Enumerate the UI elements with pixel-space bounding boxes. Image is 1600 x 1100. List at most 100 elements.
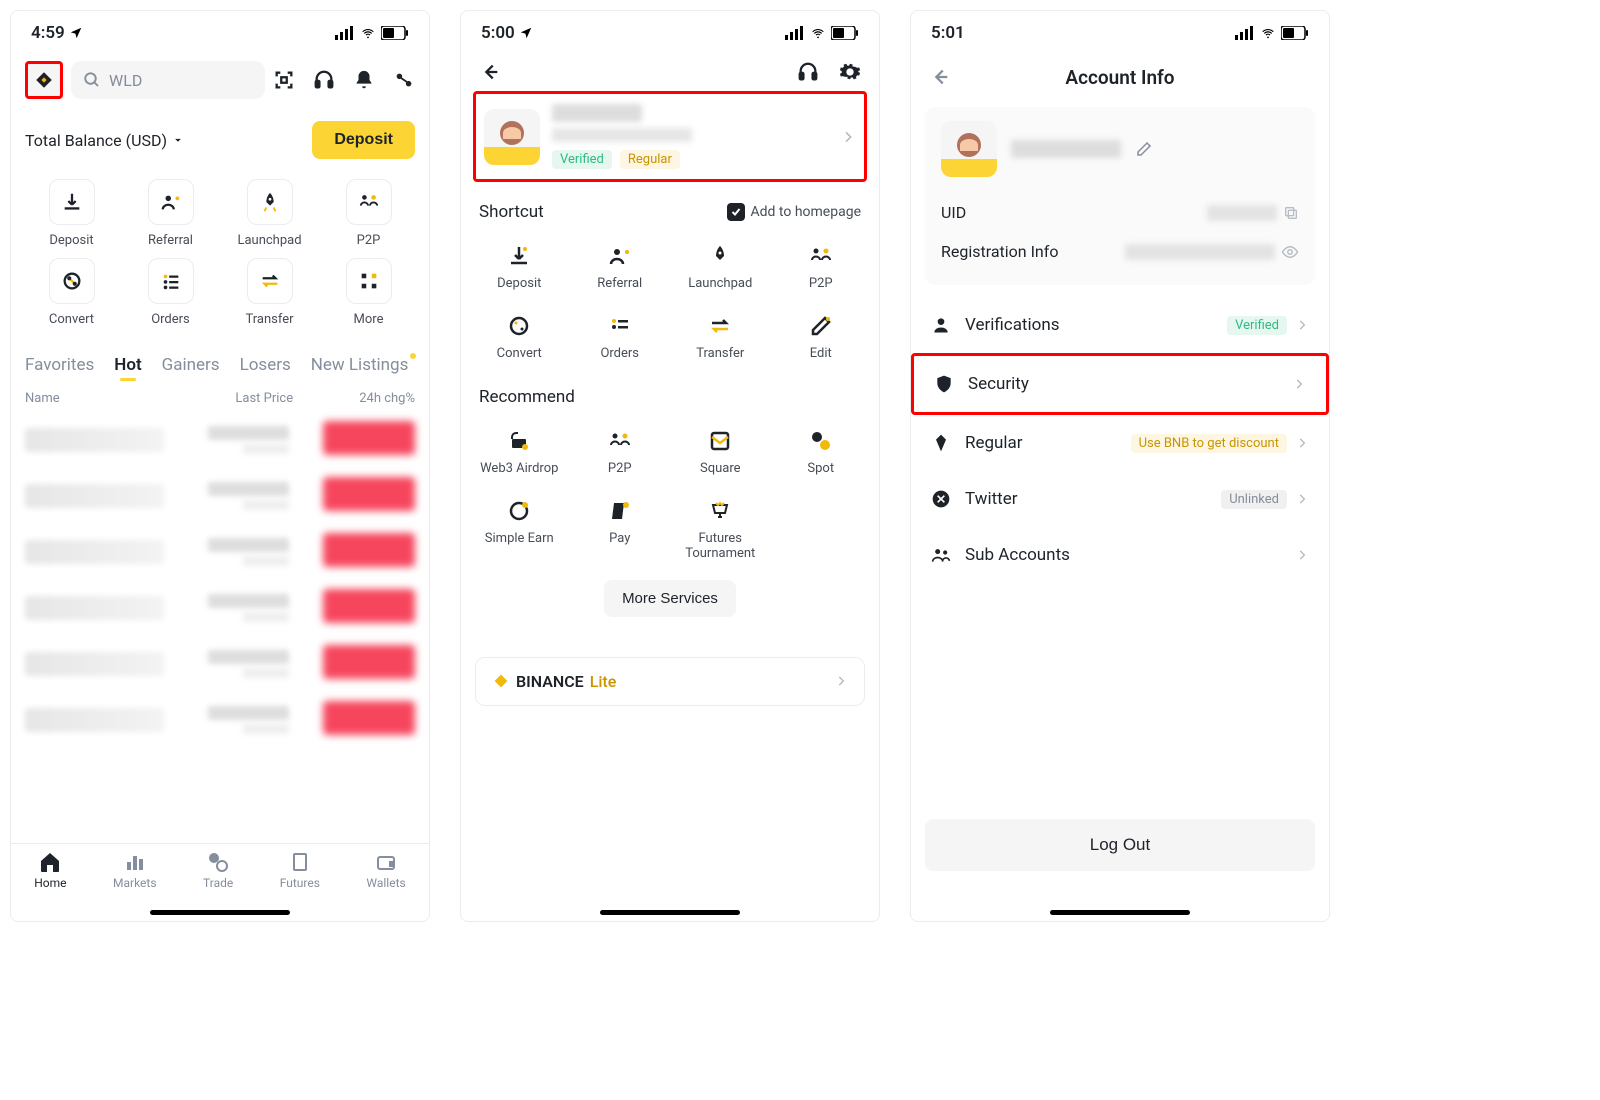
binance-lite-card[interactable]: BINANCE Lite <box>475 657 865 706</box>
back-button[interactable] <box>479 61 501 83</box>
page-title: Account Info <box>911 66 1329 89</box>
rec-futures-tournament[interactable]: Futures Tournament <box>672 491 769 568</box>
account-menu-list: Verifications Verified Security Regular … <box>911 297 1329 583</box>
market-row[interactable] <box>25 412 415 468</box>
tab-new-listings[interactable]: New Listings <box>311 355 409 375</box>
home-indicator <box>1050 910 1190 915</box>
shortcut-edit[interactable]: Edit <box>773 306 870 368</box>
tab-wallets[interactable]: Wallets <box>366 850 405 921</box>
rec-p2p[interactable]: P2P <box>572 421 669 483</box>
menu-twitter[interactable]: Twitter Unlinked <box>911 471 1329 527</box>
headset-icon[interactable] <box>313 69 335 91</box>
menu-verifications[interactable]: Verifications Verified <box>911 297 1329 353</box>
shortcut-more[interactable]: More <box>322 258 415 327</box>
shortcut-referral[interactable]: Referral <box>572 236 669 298</box>
menu-security[interactable]: Security <box>911 353 1329 415</box>
shortcut-deposit[interactable]: Deposit <box>25 179 118 248</box>
logout-button[interactable]: Log Out <box>925 819 1315 871</box>
tab-hot[interactable]: Hot <box>114 355 141 375</box>
recommend-grid: Web3 Airdrop P2P Square Spot Simple Earn… <box>461 415 879 568</box>
status-icons <box>1235 26 1309 40</box>
shortcut-referral[interactable]: Referral <box>124 179 217 248</box>
phone-screen-account-info: 5:01 Account Info UID Registration Info <box>910 10 1330 922</box>
tab-losers[interactable]: Losers <box>240 355 291 375</box>
menu-regular[interactable]: Regular Use BNB to get discount <box>911 415 1329 471</box>
status-time: 4:59 <box>31 23 65 43</box>
app-logo-button[interactable] <box>25 61 63 99</box>
profile-name-redacted <box>552 104 642 122</box>
chevron-right-icon <box>1295 318 1309 332</box>
rec-spot[interactable]: Spot <box>773 421 870 483</box>
lite-label: Lite <box>590 672 617 691</box>
edit-icon[interactable] <box>1135 140 1153 158</box>
market-row[interactable] <box>25 524 415 580</box>
tab-favorites[interactable]: Favorites <box>25 355 94 375</box>
profile-card[interactable]: Verified Regular <box>473 91 867 182</box>
col-price: Last Price <box>171 391 293 406</box>
shortcut-launchpad[interactable]: Launchpad <box>223 179 316 248</box>
market-row[interactable] <box>25 692 415 748</box>
profile-sub-redacted <box>552 128 692 142</box>
col-name: Name <box>25 391 171 406</box>
checkbox-icon <box>727 203 745 221</box>
reg-value-redacted <box>1125 244 1275 260</box>
person-icon <box>931 315 951 335</box>
deposit-button[interactable]: Deposit <box>312 121 415 159</box>
shortcut-convert[interactable]: Convert <box>471 306 568 368</box>
shortcut-p2p[interactable]: P2P <box>773 236 870 298</box>
rec-pay[interactable]: Pay <box>572 491 669 568</box>
status-icons <box>335 26 409 40</box>
market-tabs: Favorites Hot Gainers Losers New Listing… <box>11 337 429 381</box>
chevron-down-icon <box>171 133 185 147</box>
market-row[interactable] <box>25 636 415 692</box>
more-services-button[interactable]: More Services <box>604 580 736 617</box>
shortcut-convert[interactable]: Convert <box>25 258 118 327</box>
shortcut-launchpad[interactable]: Launchpad <box>672 236 769 298</box>
wallet-action-icon[interactable] <box>393 69 415 91</box>
rec-web3-airdrop[interactable]: Web3 Airdrop <box>471 421 568 483</box>
tab-gainers[interactable]: Gainers <box>162 355 220 375</box>
account-summary-card: UID Registration Info <box>925 107 1315 285</box>
shortcut-transfer[interactable]: Transfer <box>223 258 316 327</box>
brand-name: BINANCE <box>516 672 584 691</box>
top-action-row: WLD <box>11 55 429 105</box>
shortcut-orders[interactable]: Orders <box>124 258 217 327</box>
search-placeholder: WLD <box>109 71 142 90</box>
binance-icon <box>492 672 510 690</box>
registration-info-label: Registration Info <box>941 242 1058 261</box>
status-bar: 4:59 <box>11 11 429 55</box>
settings-icon[interactable] <box>839 61 861 83</box>
headset-icon[interactable] <box>797 61 819 83</box>
tab-home[interactable]: Home <box>34 850 66 921</box>
menu-sub-accounts[interactable]: Sub Accounts <box>911 527 1329 583</box>
shortcut-orders[interactable]: Orders <box>572 306 669 368</box>
bell-icon[interactable] <box>353 69 375 91</box>
shortcut-transfer[interactable]: Transfer <box>672 306 769 368</box>
scan-icon[interactable] <box>273 69 295 91</box>
chevron-right-icon <box>1295 548 1309 562</box>
market-row[interactable] <box>25 580 415 636</box>
home-indicator <box>600 910 740 915</box>
tab-more[interactable]: 2 <box>428 355 429 375</box>
chevron-right-icon <box>1295 492 1309 506</box>
uid-value-redacted <box>1207 205 1277 221</box>
rec-simple-earn[interactable]: Simple Earn <box>471 491 568 568</box>
x-twitter-icon <box>931 489 951 509</box>
location-icon <box>69 26 83 40</box>
status-bar: 5:00 <box>461 11 879 55</box>
shortcut-deposit[interactable]: Deposit <box>471 236 568 298</box>
rec-square[interactable]: Square <box>672 421 769 483</box>
search-input[interactable]: WLD <box>71 61 265 99</box>
chevron-right-icon <box>1295 436 1309 450</box>
status-time: 5:00 <box>481 23 515 43</box>
avatar <box>941 121 997 177</box>
eye-icon[interactable] <box>1281 243 1299 261</box>
add-to-homepage-toggle[interactable]: Add to homepage <box>727 203 861 221</box>
avatar <box>484 109 540 165</box>
status-bar: 5:01 <box>911 11 1329 55</box>
shield-icon <box>934 374 954 394</box>
copy-icon[interactable] <box>1283 205 1299 221</box>
balance-label[interactable]: Total Balance (USD) <box>25 131 185 150</box>
market-row[interactable] <box>25 468 415 524</box>
shortcut-p2p[interactable]: P2P <box>322 179 415 248</box>
